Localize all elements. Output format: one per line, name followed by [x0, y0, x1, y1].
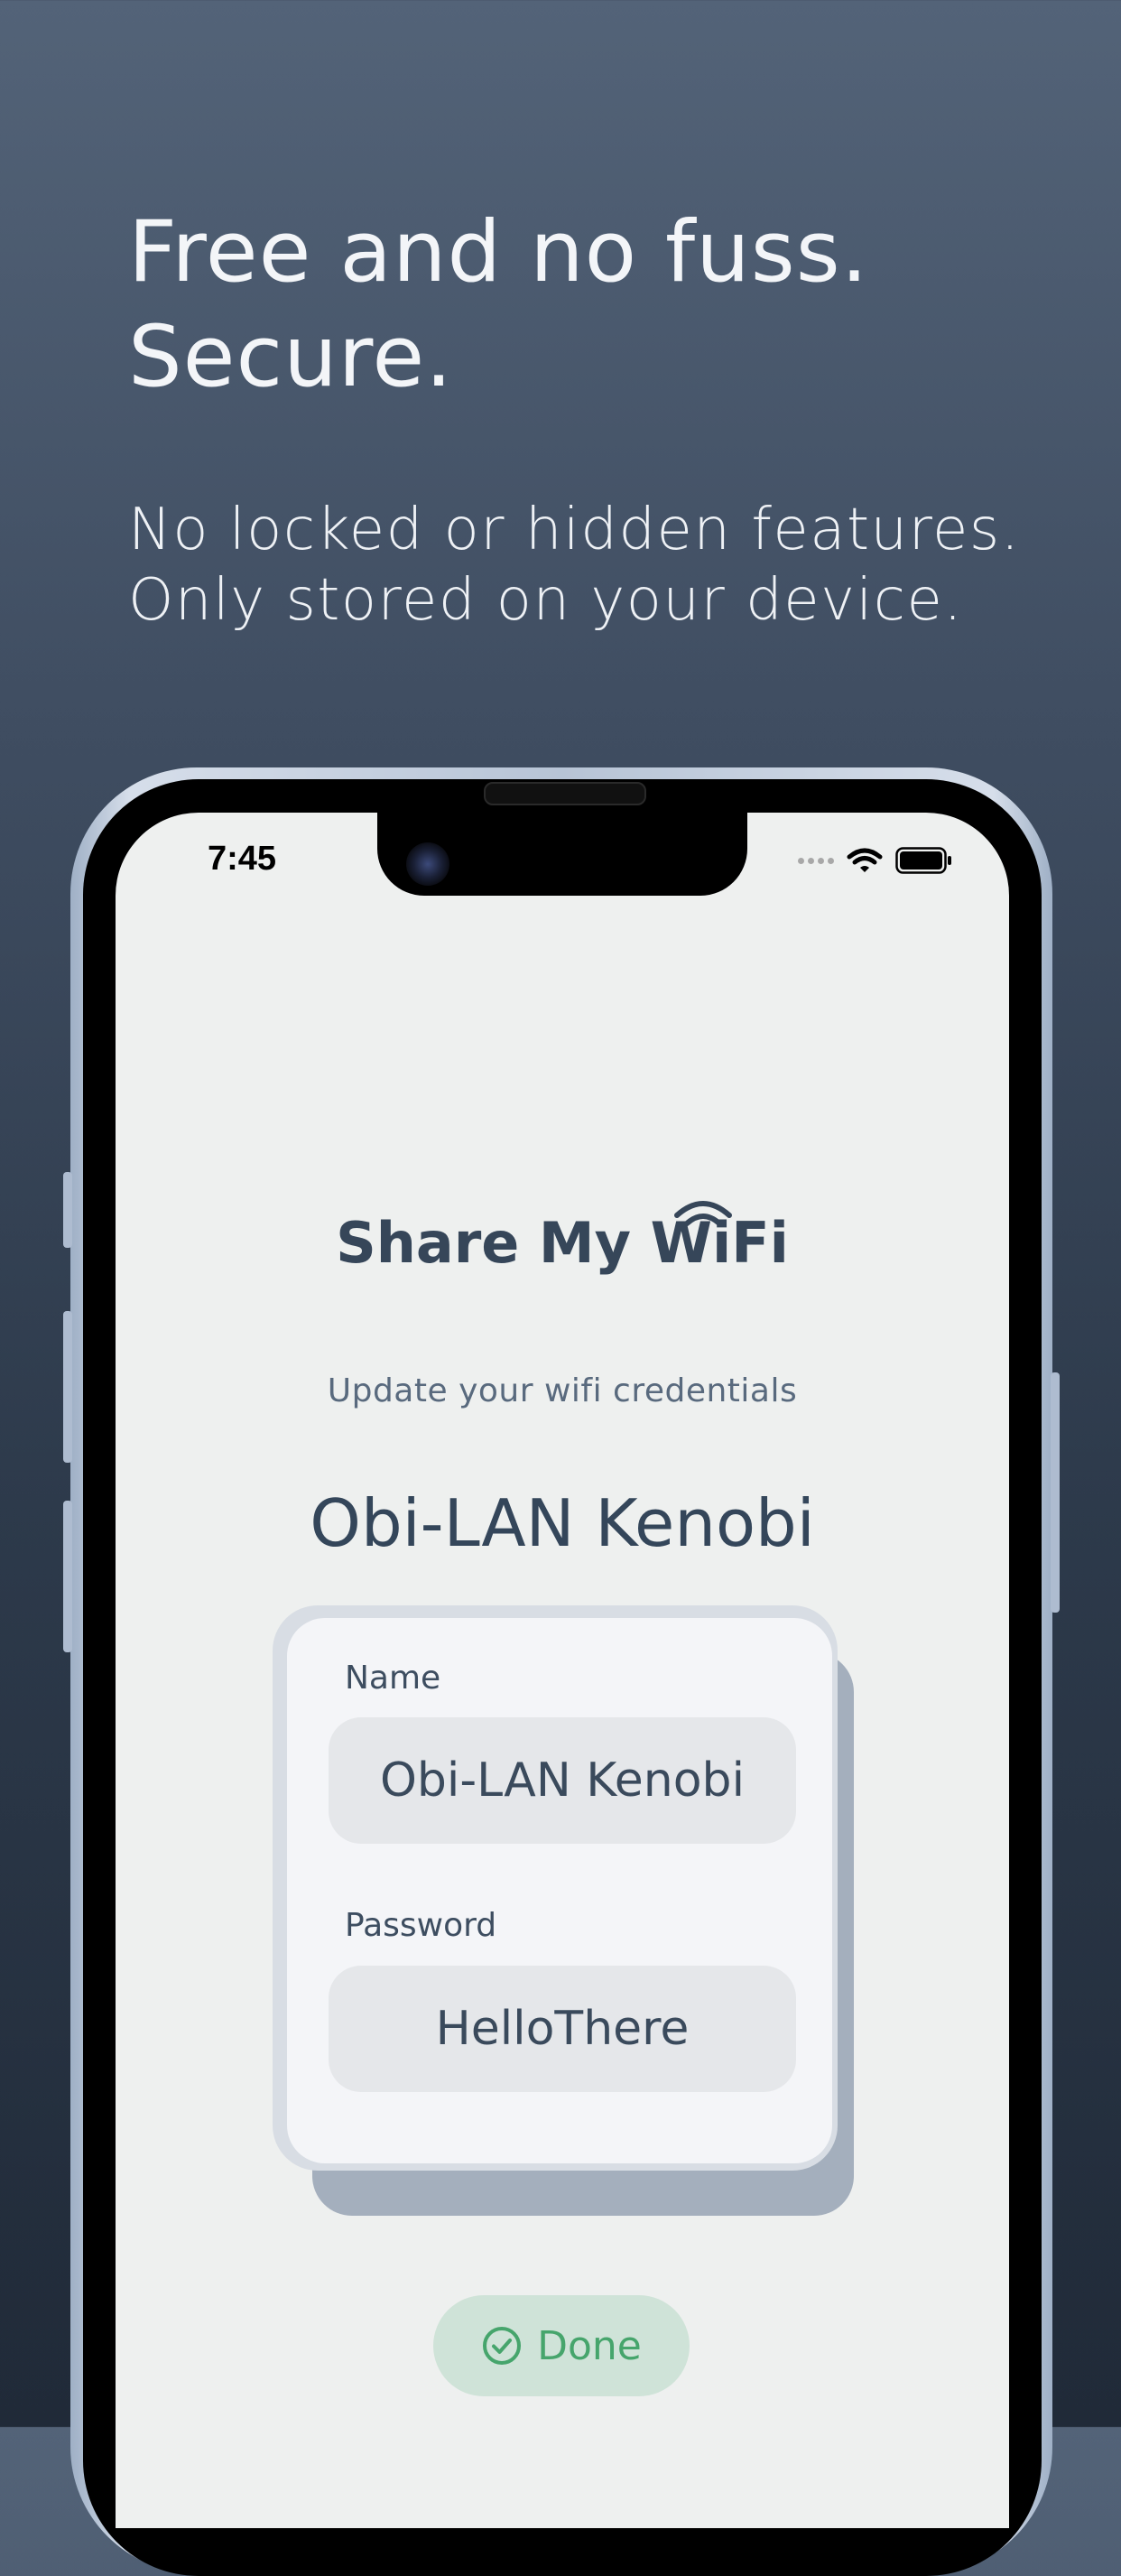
- network-name-heading: Obi-LAN Kenobi: [310, 1485, 815, 1561]
- check-circle-icon: [483, 2327, 522, 2365]
- phone-volume-down: [63, 1501, 72, 1652]
- front-camera: [406, 842, 449, 886]
- phone-power-button: [1051, 1372, 1060, 1613]
- wifi-icon: [847, 848, 883, 872]
- signal-dots-icon: [798, 857, 834, 864]
- phone-speaker: [484, 782, 646, 805]
- phone-screen: 7:45 Share My WiFi Update your wifi cred…: [116, 813, 1009, 2528]
- status-time: 7:45: [208, 840, 277, 878]
- app-title: Share My WiFi: [116, 1210, 1009, 1276]
- promo-subline: No locked or hidden features. Only store…: [128, 495, 1076, 636]
- done-label: Done: [537, 2322, 642, 2369]
- promo-headline: Free and no fuss. Secure.: [128, 200, 1031, 410]
- phone-mute-switch: [63, 1172, 72, 1248]
- app-subtitle: Update your wifi credentials: [327, 1372, 798, 1409]
- subline-line-1: No locked or hidden features.: [128, 497, 1021, 563]
- done-button[interactable]: Done: [433, 2295, 690, 2396]
- password-label: Password: [345, 1907, 497, 1944]
- status-icons: [798, 847, 953, 874]
- headline-line-2: Secure.: [128, 308, 454, 406]
- title-wifi-icon: [674, 1201, 732, 1226]
- subline-line-2: Only stored on your device.: [128, 567, 964, 634]
- headline-line-1: Free and no fuss.: [128, 203, 869, 302]
- password-field[interactable]: HelloThere: [329, 1966, 796, 2092]
- credentials-card: Name Obi-LAN Kenobi Password HelloThere: [287, 1618, 832, 2163]
- phone-volume-up: [63, 1311, 72, 1463]
- battery-icon: [895, 847, 951, 874]
- name-label: Name: [345, 1660, 441, 1697]
- name-field[interactable]: Obi-LAN Kenobi: [329, 1717, 796, 1844]
